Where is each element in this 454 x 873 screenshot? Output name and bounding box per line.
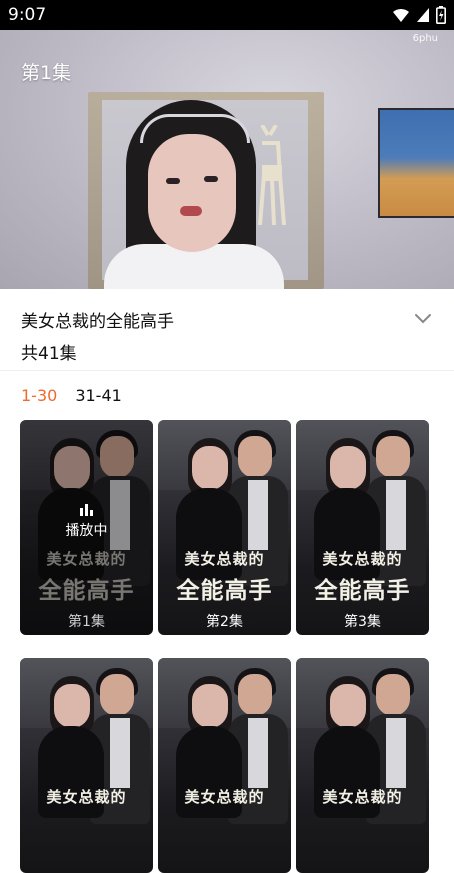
- video-player[interactable]: 6phu 第1集: [0, 30, 454, 289]
- battery-icon: [436, 6, 446, 24]
- video-lips: [180, 206, 202, 216]
- poster-title: 美女总裁的: [46, 788, 127, 806]
- poster-title: 美女总裁的 全能高手: [314, 550, 411, 604]
- episode-overlay-title: 第1集: [21, 62, 72, 84]
- episode-card[interactable]: 美女总裁的: [296, 658, 429, 873]
- divider: [0, 370, 454, 371]
- episode-card[interactable]: 美女总裁的 全能高手 第2集: [158, 420, 291, 635]
- episode-card[interactable]: 美女总裁的 全能高手 播放中 第1集: [20, 420, 153, 635]
- status-icons: [392, 6, 446, 24]
- episode-label: 第1集: [68, 614, 105, 630]
- episode-label: 第3集: [344, 614, 381, 630]
- episode-card[interactable]: 美女总裁的: [158, 658, 291, 873]
- tab-range-31-41[interactable]: 31-41: [75, 386, 122, 405]
- status-bar: 9:07: [0, 0, 454, 30]
- video-eye-right: [204, 176, 218, 182]
- episode-label: 第2集: [206, 614, 243, 630]
- video-painting: [378, 108, 454, 218]
- signal-icon: [417, 8, 429, 22]
- playing-bars-icon: [20, 504, 153, 516]
- poster-title: 美女总裁的: [184, 788, 265, 806]
- watermark: 6phu: [412, 33, 438, 44]
- episode-range-tabs: 1-30 31-41: [21, 386, 122, 405]
- episode-card[interactable]: 美女总裁的: [20, 658, 153, 873]
- chevron-down-icon[interactable]: [414, 309, 432, 327]
- drama-title: 美女总裁的全能高手: [21, 312, 174, 332]
- poster-title: 美女总裁的: [322, 788, 403, 806]
- poster-title: 美女总裁的 全能高手: [38, 550, 135, 604]
- tab-range-1-30[interactable]: 1-30: [21, 386, 57, 405]
- status-time: 9:07: [8, 5, 47, 25]
- video-person-face: [148, 134, 236, 252]
- video-eye-left: [166, 178, 180, 184]
- now-playing-badge: 播放中: [20, 504, 153, 540]
- episode-count: 共41集: [21, 344, 77, 364]
- poster-title: 美女总裁的 全能高手: [176, 550, 273, 604]
- drama-info: 美女总裁的全能高手 共41集: [0, 289, 454, 371]
- video-headband: [140, 114, 250, 143]
- episode-card[interactable]: 美女总裁的 全能高手 第3集: [296, 420, 429, 635]
- wifi-icon: [393, 8, 409, 22]
